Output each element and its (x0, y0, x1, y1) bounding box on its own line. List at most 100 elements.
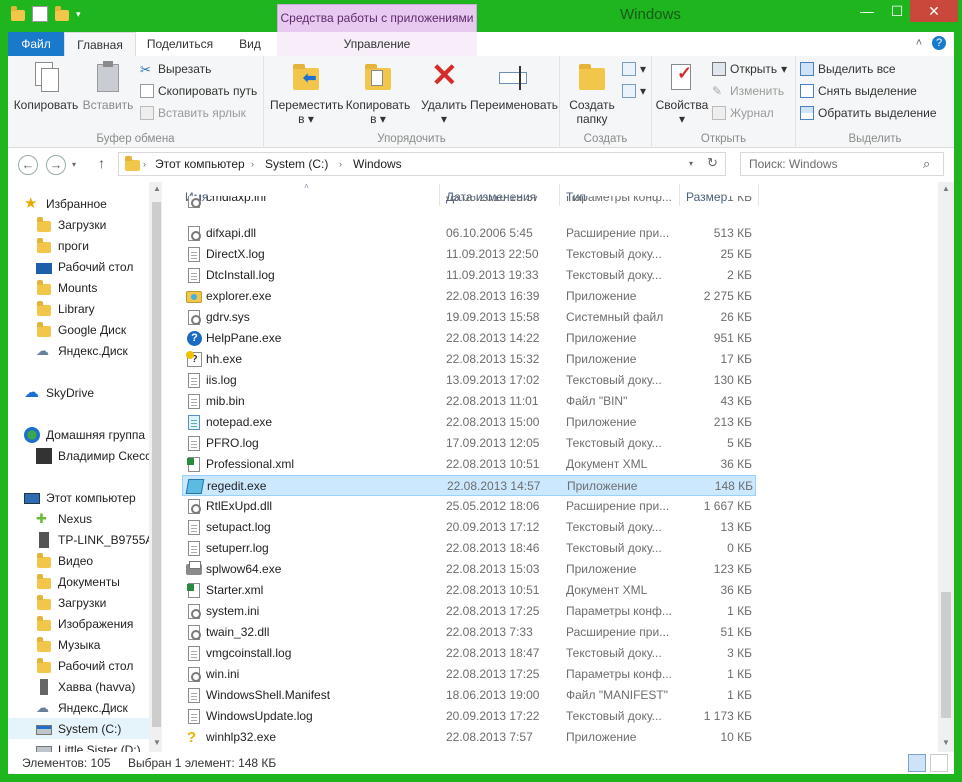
file-row[interactable]: Starter.xml 22.08.2013 10:51 Документ XML 3… (182, 580, 756, 601)
properties-icon[interactable] (32, 6, 48, 22)
scroll-down-icon[interactable]: ▼ (149, 738, 162, 747)
forward-button[interactable]: → (46, 155, 66, 175)
customize-qat-icon[interactable]: ▾ (76, 9, 81, 20)
tab-manage[interactable]: Управление (277, 32, 477, 56)
nav-fav-library[interactable]: Library (36, 298, 162, 319)
scroll-up-icon[interactable]: ▲ (938, 184, 954, 193)
up-button[interactable]: ↑ (98, 155, 105, 171)
file-row[interactable]: Professional.xml 22.08.2013 10:51 Документ… (182, 454, 756, 475)
file-row[interactable]: RtlExUpd.dll 25.05.2012 18:06 Расширение п… (182, 496, 756, 517)
maximize-button[interactable]: ☐ (880, 0, 914, 22)
tab-view[interactable]: Вид (224, 32, 276, 56)
file-row[interactable]: WindowsUpdate.log 20.09.2013 17:22 Текстов… (182, 706, 756, 727)
recent-locations-icon[interactable]: ▾ (72, 160, 76, 169)
invert-selection-button[interactable]: Обратить выделение (800, 106, 937, 120)
paste-button[interactable]: Вставить (78, 60, 138, 112)
nav-pc-nexus[interactable]: ✚ Nexus (36, 508, 162, 529)
search-box[interactable]: Поиск: Windows ⌕ (740, 152, 944, 176)
file-row[interactable]: ? winhlp32.exe 22.08.2013 7:57 Приложение 10… (182, 727, 756, 748)
file-row[interactable]: notepad.exe 22.08.2013 15:00 Приложение 213… (182, 412, 756, 433)
copy-to-button[interactable]: Копировать в ▾ (342, 60, 414, 126)
file-row[interactable]: vmgcoinstall.log 22.08.2013 18:47 Текстовы… (182, 643, 756, 664)
tab-file[interactable]: Файл (8, 32, 64, 56)
file-scroll-thumb[interactable] (941, 592, 951, 718)
nav-pc-havva[interactable]: Хавва (havva) (36, 676, 162, 697)
folder-icon[interactable] (10, 6, 26, 22)
file-row[interactable]: iis.log 13.09.2013 17:02 Текстовый доку...… (182, 370, 756, 391)
nav-pc-yandex-disk[interactable]: ☁ Яндекс.Диск (36, 697, 162, 718)
address-dropdown-icon[interactable]: ▾ (689, 159, 693, 168)
nav-homegroup-user[interactable]: Владимир Скесс (36, 445, 162, 466)
cut-button[interactable]: ✂ Вырезать (140, 62, 211, 77)
nav-pc-video[interactable]: Видео (36, 550, 162, 571)
copy-button[interactable]: Копировать (12, 60, 80, 112)
nav-fav-progi[interactable]: проги (36, 235, 162, 256)
breadcrumb-windows[interactable]: Windows (353, 157, 402, 171)
search-icon[interactable]: ⌕ (923, 156, 930, 172)
minimize-button[interactable]: — (850, 0, 884, 22)
file-row[interactable]: gdrv.sys 19.09.2013 15:58 Системный файл 26… (182, 307, 756, 328)
file-row[interactable]: cmdiaxp.ini 05.06.2010 15:57 Параметры кон… (182, 196, 756, 209)
select-none-button[interactable]: Снять выделение (800, 84, 917, 98)
file-row[interactable]: DtcInstall.log 11.09.2013 19:33 Текстовый … (182, 265, 756, 286)
nav-pc-drive-d[interactable]: Little Sister (D:) (36, 739, 162, 752)
tab-share[interactable]: Поделиться (138, 32, 222, 56)
nav-pc-music[interactable]: Музыка (36, 634, 162, 655)
minimize-ribbon-icon[interactable]: ˄ (912, 36, 926, 50)
nav-pc-tplink[interactable]: TP-LINK_B9755A (36, 529, 162, 550)
nav-pc-downloads[interactable]: Загрузки (36, 592, 162, 613)
delete-button[interactable]: ✕ Удалить ▾ (416, 58, 472, 126)
file-row[interactable]: WindowsShell.Manifest 18.06.2013 19:00 Фай… (182, 685, 756, 706)
address-bar[interactable]: › Этот компьютер › System (C:) › Windows… (118, 152, 726, 176)
history-button[interactable]: Журнал (712, 106, 774, 120)
new-folder-button[interactable]: Создать папку (564, 60, 620, 126)
file-row[interactable]: DirectX.log 11.09.2013 22:50 Текстовый док… (182, 244, 756, 265)
file-row[interactable]: setupact.log 20.09.2013 17:12 Текстовый до… (182, 517, 756, 538)
new-folder-icon[interactable] (54, 6, 70, 22)
copy-path-button[interactable]: Скопировать путь (140, 84, 257, 98)
file-row[interactable]: ? hh.exe 22.08.2013 15:32 Приложение 17 КБ (182, 349, 756, 370)
file-list-scrollbar[interactable]: ▲ ▼ (938, 182, 954, 752)
column-separator[interactable] (758, 184, 759, 206)
nav-pc-desktop[interactable]: Рабочий стол (36, 655, 162, 676)
help-icon[interactable]: ? (932, 36, 946, 50)
file-row[interactable]: mib.bin 22.08.2013 11:01 Файл "BIN" 43 КБ (182, 391, 756, 412)
nav-pane-scrollbar[interactable]: ▲ ▼ (149, 182, 162, 752)
file-row[interactable]: regedit.exe 22.08.2013 14:57 Приложение 148… (182, 475, 756, 496)
nav-scroll-thumb[interactable] (152, 202, 161, 727)
breadcrumb-this-pc[interactable]: Этот компьютер (155, 157, 245, 171)
back-button[interactable]: ← (18, 155, 38, 175)
open-button[interactable]: Открыть ▾ (712, 62, 787, 76)
nav-fav-google-drive[interactable]: Google Диск (36, 319, 162, 340)
nav-skydrive[interactable]: ☁ SkyDrive (24, 382, 162, 403)
paste-shortcut-button[interactable]: Вставить ярлык (140, 106, 246, 120)
file-row[interactable]: difxapi.dll 06.10.2006 5:45 Расширение при… (182, 223, 756, 244)
new-item-button[interactable]: ▾ (622, 62, 646, 76)
move-to-button[interactable]: ⬅ Переместить в ▾ (270, 60, 344, 126)
nav-homegroup[interactable]: Домашняя группа (24, 424, 162, 445)
properties-button[interactable]: ✓ Свойства ▾ (654, 60, 710, 126)
nav-pc-pictures[interactable]: Изображения (36, 613, 162, 634)
easy-access-button[interactable]: ▾ (622, 84, 646, 98)
nav-fav-downloads[interactable]: Загрузки (36, 214, 162, 235)
select-all-button[interactable]: Выделить все (800, 62, 896, 76)
edit-button[interactable]: ✎ Изменить (712, 84, 784, 98)
file-row[interactable]: splwow64.exe 22.08.2013 15:03 Приложение 12… (182, 559, 756, 580)
file-row[interactable]: system.ini 22.08.2013 17:25 Параметры конф… (182, 601, 756, 622)
nav-fav-yandex-disk[interactable]: ☁ Яндекс.Диск (36, 340, 162, 361)
scroll-down-icon[interactable]: ▼ (938, 738, 954, 747)
close-button[interactable]: ✕ (910, 0, 958, 22)
file-row[interactable]: ? HelpPane.exe 22.08.2013 14:22 Приложение 9… (182, 328, 756, 349)
nav-favorites[interactable]: ★ Избранное (24, 193, 162, 214)
tab-home[interactable]: Главная (64, 32, 136, 56)
nav-fav-mounts[interactable]: Mounts (36, 277, 162, 298)
nav-pc-system-c[interactable]: System (C:) (8, 718, 162, 739)
nav-fav-desktop[interactable]: Рабочий стол (36, 256, 162, 277)
breadcrumb-system-c[interactable]: System (C:) (265, 157, 328, 171)
file-row[interactable]: PFRO.log 17.09.2013 12:05 Текстовый доку..… (182, 433, 756, 454)
file-row[interactable]: setuperr.log 22.08.2013 18:46 Текстовый до… (182, 538, 756, 559)
file-row[interactable]: win.ini 22.08.2013 17:25 Параметры конф...… (182, 664, 756, 685)
scroll-up-icon[interactable]: ▲ (149, 184, 162, 193)
nav-this-pc[interactable]: Этот компьютер (24, 487, 162, 508)
refresh-icon[interactable]: ↻ (707, 155, 718, 171)
